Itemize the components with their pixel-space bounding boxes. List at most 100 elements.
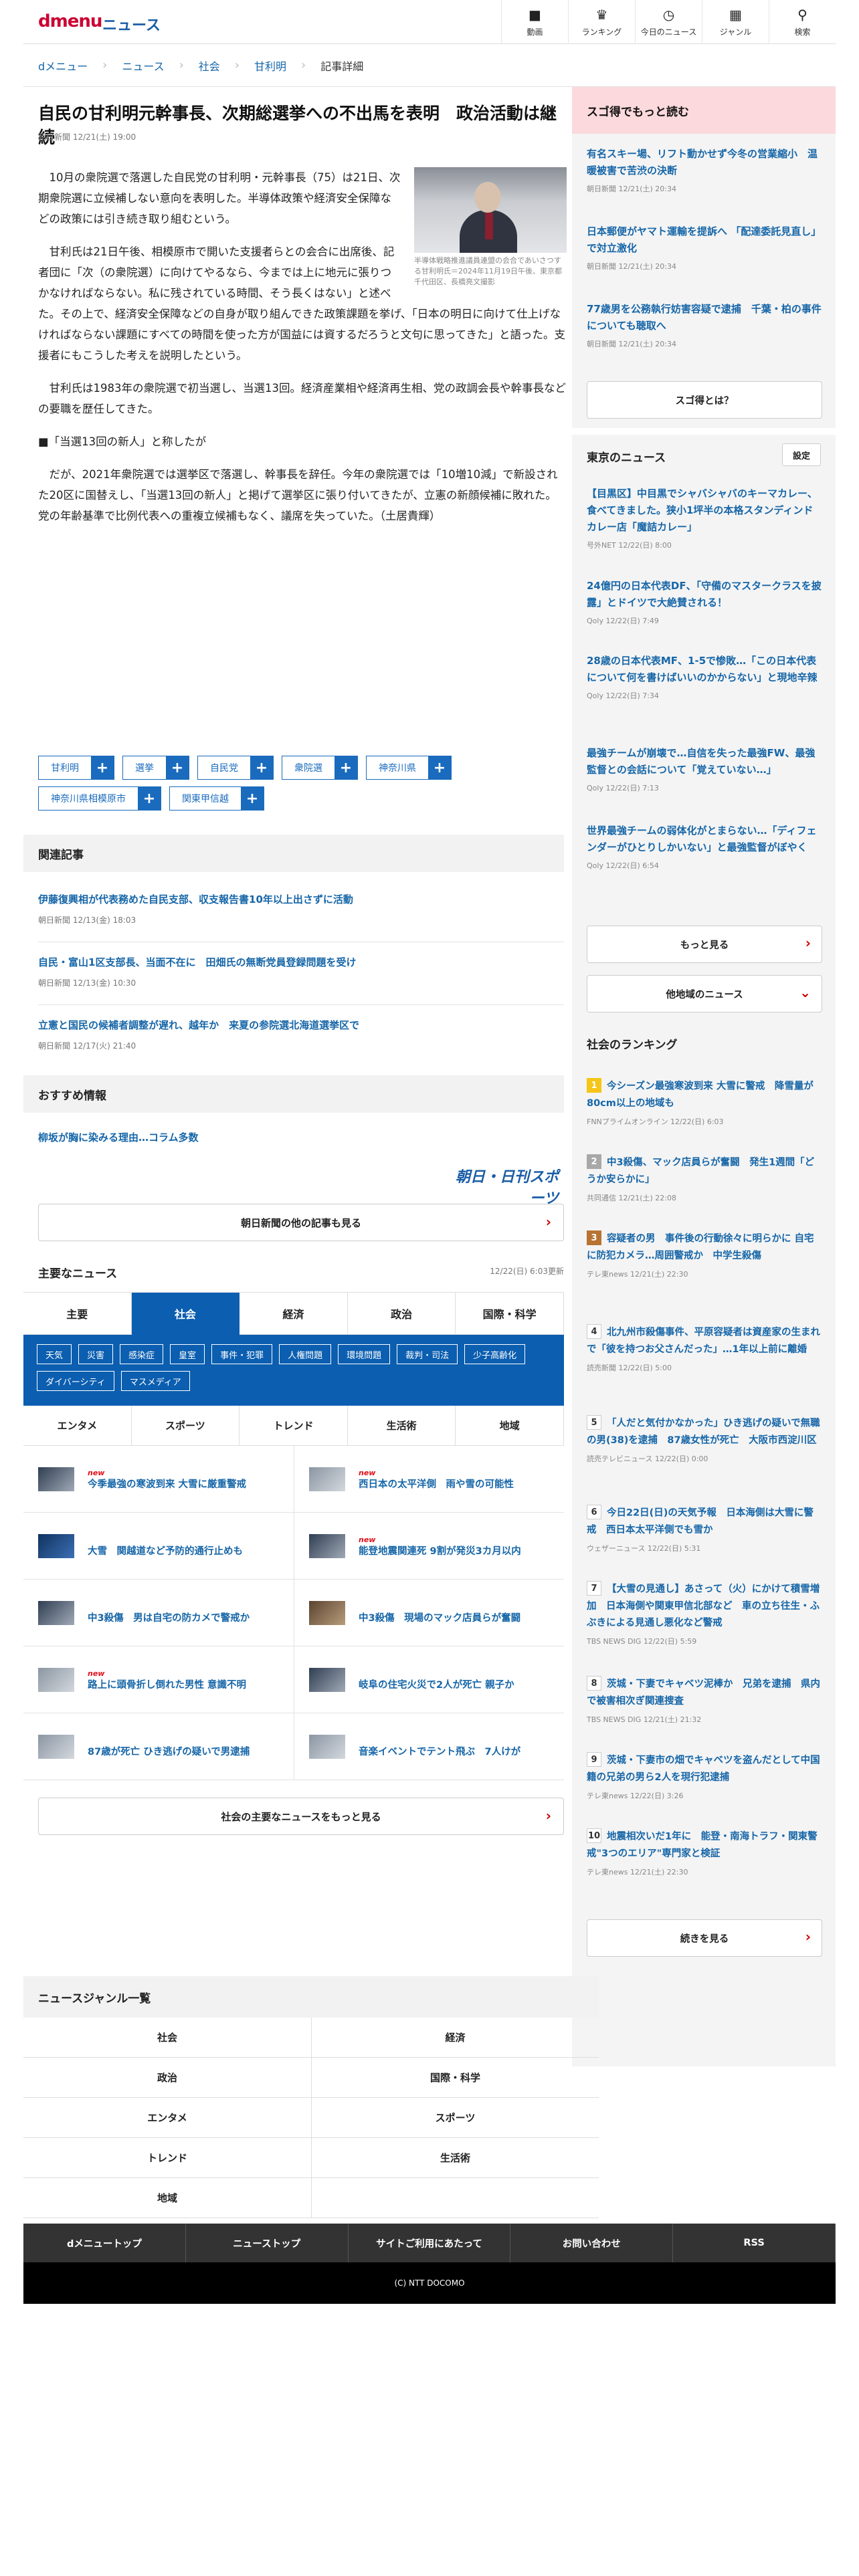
plus-icon[interactable]: + xyxy=(166,756,189,779)
nav-video[interactable]: ■ 動画 xyxy=(501,0,568,44)
news-title[interactable]: 路上に頭骨折し倒れた男性 意識不明 xyxy=(88,1677,288,1691)
tab-region[interactable]: 地域 xyxy=(456,1406,564,1445)
related-item[interactable]: 自民・富山1区支部長、当面不在に 田畑氏の無断党員登録問題を受け 朝日新聞 12… xyxy=(38,955,567,988)
news-service-link[interactable]: ニュース xyxy=(102,13,161,35)
ranking-title[interactable]: 【大雪の見通し】あさって（火）にかけて積雪増加 日本海側や関東甲信北部など 車の… xyxy=(587,1584,820,1628)
related-item[interactable]: 立憲と国民の候補者調整が遅れ、越年か 来夏の参院選北海道選挙区で 朝日新聞 12… xyxy=(38,1018,567,1051)
ranking-item[interactable]: 2 中3殺傷、マック店員らが奮闘 発生1週間「どうか安らかに」 共同通信 12/21… xyxy=(587,1154,822,1203)
sugo-title[interactable]: 77歳男を公務執行妨害容疑で逮捕 千葉・柏の事件についても聴取へ xyxy=(587,301,822,334)
subtag[interactable]: マスメディア xyxy=(120,1371,190,1391)
subtag[interactable]: 事件・犯罪 xyxy=(211,1344,273,1364)
ranking-title[interactable]: 今シーズン最強寒波到来 大雪に警戒 降雪量が80cm以上の地域も xyxy=(587,1081,814,1109)
ranking-item[interactable]: 6 今日22日(日)の天気予報 日本海側は大雪に警戒 西日本太平洋側でも雪か ウェザ… xyxy=(587,1505,822,1553)
genre-item[interactable]: 国際・科学 xyxy=(311,2058,599,2098)
topic-tag[interactable]: 衆院選 + xyxy=(282,756,358,780)
subtag[interactable]: 感染症 xyxy=(120,1344,164,1364)
subtag[interactable]: 環境問題 xyxy=(338,1344,391,1364)
tokyo-title[interactable]: 最強チームが崩壊で…自信を失った最強FW、最強監督との会話について「覚えていない… xyxy=(587,745,822,778)
other-region-button[interactable]: 他地域のニュース ⌄ xyxy=(587,975,822,1012)
subtag[interactable]: 災害 xyxy=(78,1344,114,1364)
sugo-item[interactable]: 有名スキー場、リフト動かせず今冬の営業縮小 温暖被害で苦渋の決断 朝日新聞 12/… xyxy=(587,146,822,194)
ranking-item[interactable]: 7 【大雪の見通し】あさって（火）にかけて積雪増加 日本海側や関東甲信北部など 車… xyxy=(587,1581,822,1646)
genre-item[interactable]: エンタメ xyxy=(23,2098,311,2138)
footer-link-dmenu-top[interactable]: dメニュートップ xyxy=(23,2224,186,2262)
more-asahi-button[interactable]: 朝日新聞の他の記事も見る › xyxy=(38,1204,564,1241)
sugo-about-button[interactable]: スゴ得とは？ xyxy=(587,381,822,419)
news-item[interactable]: new 能登地震関連死 9割が発災3カ月以内 xyxy=(294,1513,564,1580)
ranking-title[interactable]: 今日22日(日)の天気予報 日本海側は大雪に警戒 西日本太平洋側でも雪か xyxy=(587,1508,814,1535)
ranking-title[interactable]: 地震相次いだ1年に 能登・南海トラフ・関東警戒"3つのエリア"専門家と検証 xyxy=(587,1832,818,1859)
breadcrumb-dmenu[interactable]: dメニュー xyxy=(38,58,88,74)
genre-item[interactable]: トレンド xyxy=(23,2138,311,2178)
subtag[interactable]: 人権問題 xyxy=(279,1344,332,1364)
subtag[interactable]: 裁判・司法 xyxy=(397,1344,458,1364)
news-item[interactable]: 中3殺傷 現場のマック店員らが奮闘 xyxy=(294,1580,564,1646)
news-item[interactable]: 岐阜の住宅火災で2人が死亡 親子か xyxy=(294,1646,564,1713)
breadcrumb-amari[interactable]: 甘利明 xyxy=(254,58,286,74)
news-item[interactable]: 音楽イベントでテント飛ぶ 7人けが xyxy=(294,1713,564,1780)
plus-icon[interactable]: + xyxy=(91,756,114,779)
news-title[interactable]: 87歳が死亡 ひき逃げの疑いで男逮捕 xyxy=(88,1744,288,1758)
news-item[interactable]: new 路上に頭骨折し倒れた男性 意識不明 xyxy=(23,1646,294,1713)
news-title[interactable]: 中3殺傷 男は自宅の防カメで警戒か xyxy=(88,1610,288,1624)
tab-economy[interactable]: 経済 xyxy=(240,1293,348,1335)
tokyo-item[interactable]: 最強チームが崩壊で…自信を失った最強FW、最強監督との会話について「覚えていない… xyxy=(587,745,822,793)
sugo-item[interactable]: 日本郵便がヤマト運輸を提訴へ 「配達委託見直し」で対立激化 朝日新聞 12/21(… xyxy=(587,223,822,272)
ranking-item[interactable]: 3 容疑者の男 事件後の行動徐々に明らかに 自宅に防犯カメラ…周囲警戒か 中学生殺… xyxy=(587,1230,822,1279)
footer-link-rss[interactable]: RSS xyxy=(673,2224,836,2262)
nav-search[interactable]: ⚲ 検索 xyxy=(769,0,836,44)
footer-link-contact[interactable]: お問い合わせ xyxy=(510,2224,674,2262)
breadcrumb-society[interactable]: 社会 xyxy=(199,58,220,74)
news-item[interactable]: new 西日本の太平洋側 雨や雪の可能性 xyxy=(294,1446,564,1513)
tab-society[interactable]: 社会 xyxy=(131,1293,240,1335)
recommend-item[interactable]: 柳坂が胸に染みる理由…コラム多数 xyxy=(38,1130,567,1144)
tab-lifestyle[interactable]: 生活術 xyxy=(348,1406,456,1445)
ranking-item[interactable]: 1 今シーズン最強寒波到来 大雪に警戒 降雪量が80cm以上の地域も FNNプライム… xyxy=(587,1078,822,1127)
news-title[interactable]: 今季最強の寒波到来 大雪に厳重警戒 xyxy=(88,1477,288,1491)
genre-item[interactable]: 政治 xyxy=(23,2058,311,2098)
plus-icon[interactable]: + xyxy=(335,756,357,779)
genre-item[interactable]: 地域 xyxy=(23,2178,311,2218)
news-title[interactable]: 中3殺傷 現場のマック店員らが奮闘 xyxy=(359,1610,559,1624)
genre-item[interactable]: 生活術 xyxy=(311,2138,599,2178)
plus-icon[interactable]: + xyxy=(138,787,161,810)
news-title[interactable]: 能登地震関連死 9割が発災3カ月以内 xyxy=(359,1543,559,1558)
subtag[interactable]: 少子高齢化 xyxy=(464,1344,526,1364)
nav-today[interactable]: ◷ 今日のニュース xyxy=(635,0,702,44)
news-item[interactable]: 中3殺傷 男は自宅の防カメで警戒か xyxy=(23,1580,294,1646)
tab-sports[interactable]: スポーツ xyxy=(132,1406,240,1445)
tab-politics[interactable]: 政治 xyxy=(347,1293,456,1335)
news-item[interactable]: 大雪 関越道など予防的通行止めも xyxy=(23,1513,294,1580)
tokyo-item[interactable]: 世界最強チームの弱体化がとまらない…「ディフェンダーがひとりしかいない」と最強監… xyxy=(587,823,822,871)
topic-tag[interactable]: 自民党 + xyxy=(197,756,274,780)
genre-item[interactable]: 経済 xyxy=(311,2018,599,2058)
topic-tag[interactable]: 神奈川県相模原市 + xyxy=(38,786,161,811)
ranking-title[interactable]: 「人だと気付かなかった」ひき逃げの疑いで無職の男(38)を逮捕 87歳女性が死亡… xyxy=(587,1418,820,1446)
genre-item[interactable]: 社会 xyxy=(23,2018,311,2058)
news-item[interactable]: new 今季最強の寒波到来 大雪に厳重警戒 xyxy=(23,1446,294,1513)
plus-icon[interactable]: + xyxy=(241,787,264,810)
ranking-title[interactable]: 北九州市殺傷事件、平原容疑者は資産家の生まれで「彼を持つお父さんだった」…1年以… xyxy=(587,1327,820,1355)
topic-tag[interactable]: 選挙 + xyxy=(122,756,189,780)
tokyo-item[interactable]: 28歳の日本代表MF、1-5で惨敗…「この日本代表について何を書けばいいのかから… xyxy=(587,653,822,701)
sugo-title[interactable]: 日本郵便がヤマト運輸を提訴へ 「配達委託見直し」で対立激化 xyxy=(587,223,822,257)
article-photo[interactable]: 半導体戦略推進議員連盟の会合であいさつする甘利明氏＝2024年11月19日午後、… xyxy=(414,167,567,288)
ranking-item[interactable]: 4 北九州市殺傷事件、平原容疑者は資産家の生まれで「彼を持つお父さんだった」…1年… xyxy=(587,1324,822,1373)
tokyo-title[interactable]: 24億円の日本代表DF、「守備のマスタークラスを披露」とドイツで大絶賛される！ xyxy=(587,578,822,611)
ranking-item[interactable]: 10 地震相次いだ1年に 能登・南海トラフ・関東警戒"3つのエリア"専門家と検証テ… xyxy=(587,1828,822,1877)
news-title[interactable]: 岐阜の住宅火災で2人が死亡 親子か xyxy=(359,1677,559,1691)
news-title[interactable]: 西日本の太平洋側 雨や雪の可能性 xyxy=(359,1477,559,1491)
plus-icon[interactable]: + xyxy=(250,756,273,779)
tab-entertainment[interactable]: エンタメ xyxy=(23,1406,132,1445)
settings-button[interactable]: 設定 xyxy=(782,443,821,466)
subtag[interactable]: 皇室 xyxy=(170,1344,205,1364)
topic-tag[interactable]: 神奈川県 + xyxy=(366,756,452,780)
nav-genre[interactable]: ▦ ジャンル xyxy=(702,0,769,44)
more-society-news-button[interactable]: 社会の主要なニュースをもっと見る › xyxy=(38,1798,564,1835)
tokyo-title[interactable]: 28歳の日本代表MF、1-5で惨敗…「この日本代表について何を書けばいいのかから… xyxy=(587,653,822,686)
topic-tag[interactable]: 関東甲信越 + xyxy=(169,786,264,811)
tokyo-title[interactable]: 【目黒区】中目黒でシャバシャバのキーマカレー、食べてきました。狭小1坪半の本格ス… xyxy=(587,486,822,536)
dmenu-logo[interactable]: dmenu xyxy=(38,11,102,31)
ranking-title[interactable]: 茨城・下妻でキャベツ泥棒か 兄弟を逮捕 県内で被害相次ぎ関連捜査 xyxy=(587,1679,820,1707)
ranking-item[interactable]: 5 「人だと気付かなかった」ひき逃げの疑いで無職の男(38)を逮捕 87歳女性が死… xyxy=(587,1415,822,1464)
